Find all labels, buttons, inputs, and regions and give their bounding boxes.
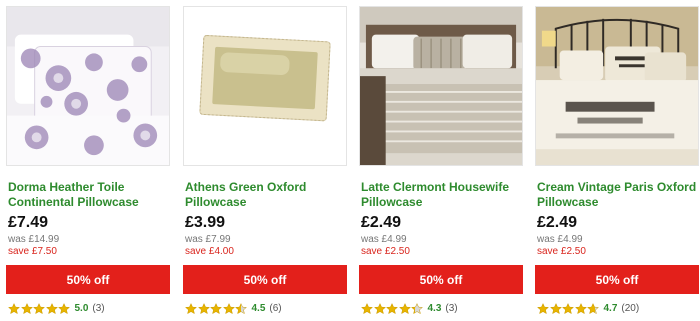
rating-score: 4.3 [427, 303, 442, 314]
product-image[interactable] [6, 6, 170, 166]
was-price: was £4.99 [361, 234, 407, 245]
rating[interactable]: 4.5 (6) [185, 303, 282, 314]
save-amount: save £2.50 [537, 246, 586, 257]
rating-score: 4.5 [251, 303, 266, 314]
star-icon [197, 303, 210, 314]
star-icon [235, 303, 247, 314]
star-icon [210, 303, 222, 314]
product-card[interactable]: Athens Green Oxford Pillowcase £3.99 was… [183, 0, 347, 321]
review-count[interactable]: (3) [92, 303, 104, 314]
product-card[interactable]: Cream Vintage Paris Oxford Pillowcase £2… [535, 0, 699, 321]
star-icon [33, 303, 45, 314]
review-count[interactable]: (3) [445, 303, 457, 314]
product-title[interactable]: Latte Clermont Housewife Pillowcase [361, 180, 523, 210]
product-image[interactable] [535, 6, 699, 166]
product-image[interactable] [359, 6, 523, 166]
review-count[interactable]: (6) [269, 303, 281, 314]
discount-button[interactable]: 50% off [6, 265, 170, 294]
save-amount: save £7.50 [8, 246, 57, 257]
product-title[interactable]: Athens Green Oxford Pillowcase [185, 180, 347, 210]
star-icon [45, 303, 58, 314]
save-amount: save £4.00 [185, 246, 234, 257]
product-price: £3.99 [185, 214, 226, 231]
star-rating [361, 303, 424, 314]
product-title[interactable]: Cream Vintage Paris Oxford Pillowcase [537, 180, 699, 210]
rating[interactable]: 4.7 (20) [537, 303, 639, 314]
star-rating [185, 303, 248, 314]
product-price: £7.49 [8, 214, 49, 231]
product-title[interactable]: Dorma Heather Toile Continental Pillowca… [8, 180, 170, 210]
product-card[interactable]: Latte Clermont Housewife Pillowcase £2.4… [359, 0, 523, 321]
star-icon [222, 303, 235, 314]
product-price: £2.49 [361, 214, 402, 231]
was-price: was £4.99 [537, 234, 583, 245]
star-icon [549, 303, 562, 314]
star-rating [537, 303, 600, 314]
review-count[interactable]: (20) [621, 303, 639, 314]
rating-score: 4.7 [603, 303, 618, 314]
product-price: £2.49 [537, 214, 578, 231]
was-price: was £7.99 [185, 234, 231, 245]
save-amount: save £2.50 [361, 246, 410, 257]
star-icon [398, 303, 411, 314]
star-icon [411, 303, 423, 314]
rating[interactable]: 5.0 (3) [8, 303, 105, 314]
was-price: was £14.99 [8, 234, 60, 245]
product-image[interactable] [183, 6, 347, 166]
star-icon [574, 303, 587, 314]
star-icon [361, 303, 373, 314]
discount-button[interactable]: 50% off [183, 265, 347, 294]
star-icon [58, 303, 70, 314]
star-icon [386, 303, 398, 314]
product-card[interactable]: Dorma Heather Toile Continental Pillowca… [6, 0, 170, 321]
star-icon [373, 303, 386, 314]
rating[interactable]: 4.3 (3) [361, 303, 458, 314]
star-icon [8, 303, 20, 314]
star-icon [537, 303, 549, 314]
rating-score: 5.0 [74, 303, 89, 314]
star-icon [185, 303, 197, 314]
star-icon [562, 303, 574, 314]
discount-button[interactable]: 50% off [535, 265, 699, 294]
star-icon [587, 303, 599, 314]
discount-button[interactable]: 50% off [359, 265, 523, 294]
star-icon [20, 303, 33, 314]
star-rating [8, 303, 71, 314]
